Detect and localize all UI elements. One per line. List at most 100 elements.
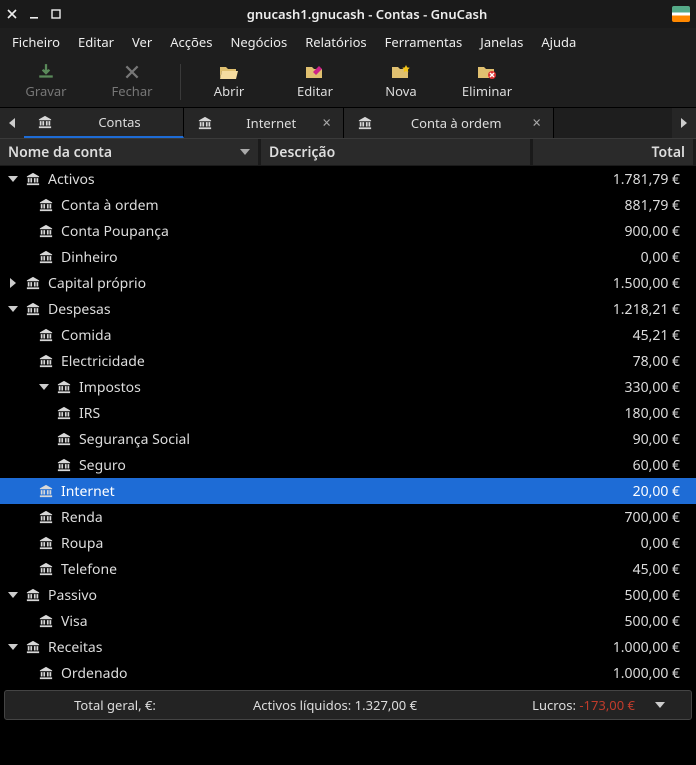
account-row[interactable]: Segurança Social90,00 € bbox=[0, 426, 696, 452]
bank-icon bbox=[356, 116, 374, 130]
summary-dropdown[interactable] bbox=[655, 702, 681, 708]
account-name: Renda bbox=[61, 508, 528, 527]
folder-delete-icon bbox=[477, 63, 497, 81]
account-row[interactable]: Internet20,00 € bbox=[0, 478, 696, 504]
bank-icon bbox=[37, 250, 55, 264]
account-row[interactable]: Receitas1.000,00 € bbox=[0, 634, 696, 660]
account-row[interactable]: Electricidade78,00 € bbox=[0, 348, 696, 374]
account-name: Activos bbox=[48, 170, 528, 189]
delete-button[interactable]: Eliminar bbox=[445, 61, 529, 102]
tab-close-icon[interactable]: × bbox=[322, 116, 331, 131]
account-row[interactable]: Roupa0,00 € bbox=[0, 530, 696, 556]
summary-bar[interactable]: Total geral, €: Activos líquidos: 1.327,… bbox=[4, 690, 692, 720]
bank-icon bbox=[196, 116, 214, 130]
account-total: 500,00 € bbox=[528, 612, 688, 631]
account-total: 45,21 € bbox=[528, 326, 688, 345]
account-row[interactable]: Conta à ordem881,79 € bbox=[0, 192, 696, 218]
menu-ferramentas[interactable]: Ferramentas bbox=[377, 29, 471, 55]
account-row[interactable]: Ordenado1.000,00 € bbox=[0, 660, 696, 686]
tab-internet[interactable]: Internet× bbox=[184, 108, 344, 138]
folder-pencil-icon bbox=[305, 63, 325, 81]
account-row[interactable]: Passivo500,00 € bbox=[0, 582, 696, 608]
bank-icon bbox=[24, 172, 42, 186]
column-headers: Nome da conta Descrição Total bbox=[0, 138, 696, 166]
header-name[interactable]: Nome da conta bbox=[0, 139, 258, 165]
menu-ficheiro[interactable]: Ficheiro bbox=[4, 29, 68, 55]
menu-acções[interactable]: Acções bbox=[162, 29, 220, 55]
collapse-icon[interactable] bbox=[37, 384, 51, 390]
account-row[interactable]: Conta Poupança900,00 € bbox=[0, 218, 696, 244]
collapse-icon[interactable] bbox=[6, 644, 20, 650]
account-name: Capital próprio bbox=[48, 274, 528, 293]
tab-scroll-right[interactable] bbox=[672, 108, 696, 138]
header-description[interactable]: Descrição bbox=[261, 139, 530, 165]
menu-negócios[interactable]: Negócios bbox=[222, 29, 295, 55]
bank-icon bbox=[37, 224, 55, 238]
account-row[interactable]: Telefone45,00 € bbox=[0, 556, 696, 582]
account-total: 45,00 € bbox=[528, 560, 688, 579]
chevron-right-icon bbox=[679, 117, 689, 129]
account-total: 0,00 € bbox=[528, 534, 688, 553]
account-name: Visa bbox=[61, 612, 528, 631]
bank-icon bbox=[36, 115, 54, 129]
menu-ver[interactable]: Ver bbox=[124, 29, 160, 55]
save-button[interactable]: Gravar bbox=[4, 61, 88, 102]
tab-close-icon[interactable]: × bbox=[532, 116, 541, 131]
account-name: Comida bbox=[61, 326, 528, 345]
account-name: Passivo bbox=[48, 586, 528, 605]
bank-icon bbox=[24, 588, 42, 602]
account-row[interactable]: Renda700,00 € bbox=[0, 504, 696, 530]
bank-icon bbox=[55, 432, 73, 446]
collapse-icon[interactable] bbox=[6, 592, 20, 598]
account-name: Internet bbox=[61, 482, 528, 501]
open-button[interactable]: Abrir bbox=[187, 61, 271, 102]
account-row[interactable]: Seguro60,00 € bbox=[0, 452, 696, 478]
bank-icon bbox=[24, 276, 42, 290]
header-total[interactable]: Total bbox=[533, 139, 693, 165]
menu-janelas[interactable]: Janelas bbox=[472, 29, 531, 55]
expand-icon[interactable] bbox=[6, 278, 20, 288]
account-row[interactable]: Comida45,21 € bbox=[0, 322, 696, 348]
window-maximize-icon[interactable] bbox=[50, 8, 62, 20]
account-name: Telefone bbox=[61, 560, 528, 579]
toolbar: Gravar Fechar Abrir Editar Nova Eliminar bbox=[0, 56, 696, 108]
account-name: Segurança Social bbox=[79, 430, 528, 449]
account-row[interactable]: Impostos330,00 € bbox=[0, 374, 696, 400]
new-button[interactable]: Nova bbox=[359, 61, 443, 102]
edit-button[interactable]: Editar bbox=[273, 61, 357, 102]
window-close-icon[interactable] bbox=[6, 8, 18, 20]
close-icon bbox=[123, 63, 141, 81]
account-row[interactable]: Visa500,00 € bbox=[0, 608, 696, 634]
close-button[interactable]: Fechar bbox=[90, 61, 174, 102]
profits: Lucros: -173,00 € bbox=[455, 696, 635, 714]
account-row[interactable]: Dinheiro0,00 € bbox=[0, 244, 696, 270]
account-tree: Activos1.781,79 €Conta à ordem881,79 €Co… bbox=[0, 166, 696, 686]
net-assets: Activos líquidos: 1.327,00 € bbox=[235, 696, 435, 714]
account-row[interactable]: Capital próprio1.500,00 € bbox=[0, 270, 696, 296]
collapse-icon[interactable] bbox=[6, 176, 20, 182]
menubar: FicheiroEditarVerAcçõesNegóciosRelatório… bbox=[0, 28, 696, 56]
account-total: 60,00 € bbox=[528, 456, 688, 475]
account-name: IRS bbox=[79, 404, 528, 423]
account-row[interactable]: Despesas1.218,21 € bbox=[0, 296, 696, 322]
account-name: Despesas bbox=[48, 300, 528, 319]
account-name: Conta Poupança bbox=[61, 222, 528, 241]
account-total: 1.781,79 € bbox=[528, 170, 688, 189]
account-total: 78,00 € bbox=[528, 352, 688, 371]
menu-editar[interactable]: Editar bbox=[70, 29, 122, 55]
tab-contas[interactable]: Contas bbox=[24, 108, 184, 138]
tab-scroll-left[interactable] bbox=[0, 108, 24, 138]
bank-icon bbox=[37, 666, 55, 680]
window-minimize-icon[interactable] bbox=[28, 8, 40, 20]
bank-icon bbox=[55, 380, 73, 394]
menu-ajuda[interactable]: Ajuda bbox=[533, 29, 584, 55]
account-row[interactable]: Activos1.781,79 € bbox=[0, 166, 696, 192]
collapse-icon[interactable] bbox=[6, 306, 20, 312]
account-row[interactable]: IRS180,00 € bbox=[0, 400, 696, 426]
chevron-left-icon bbox=[7, 117, 17, 129]
account-total: 1.218,21 € bbox=[528, 300, 688, 319]
menu-relatórios[interactable]: Relatórios bbox=[297, 29, 374, 55]
account-name: Dinheiro bbox=[61, 248, 528, 267]
bank-icon bbox=[55, 406, 73, 420]
tab-conta-à-ordem[interactable]: Conta à ordem× bbox=[344, 108, 554, 138]
